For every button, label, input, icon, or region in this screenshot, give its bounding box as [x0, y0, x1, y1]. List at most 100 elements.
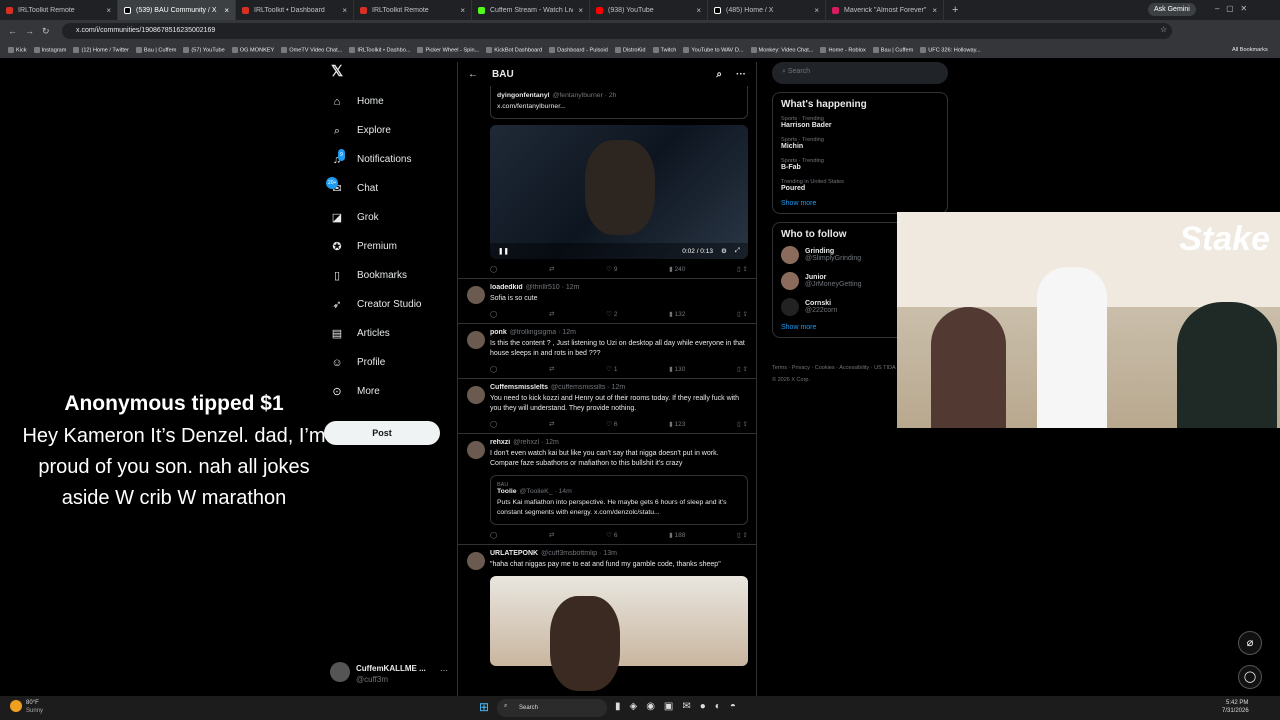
more-icon[interactable]: ··· — [440, 666, 448, 675]
repost-icon[interactable]: ⇄ — [549, 531, 554, 539]
search-icon[interactable]: ⌕ — [716, 69, 722, 80]
sidebar-item-articles[interactable]: ▤ Articles — [325, 319, 455, 348]
trend-item[interactable]: Sports · Trending Michin — [781, 137, 939, 150]
ask-gemini-button[interactable]: Ask Gemini — [1148, 3, 1196, 16]
sidebar-item-profile[interactable]: ☺ Profile — [325, 348, 455, 377]
bookmark-item[interactable]: OG MONKEY — [231, 46, 274, 53]
bookmark-item[interactable]: Monkey: Video Chat... — [750, 46, 813, 53]
bookmark-item[interactable]: OmeTV Video Chat... — [281, 46, 342, 53]
close-icon[interactable]: × — [814, 6, 819, 15]
new-tab-icon[interactable]: + — [952, 4, 958, 16]
reply-icon[interactable]: ◯ — [490, 365, 497, 373]
reply-icon[interactable]: ◯ — [490, 265, 497, 273]
pause-icon[interactable]: ❚❚ — [498, 247, 509, 255]
browser-tab-active[interactable]: (539) BAU Community / X × — [118, 0, 236, 20]
browser-tab[interactable]: (938) YouTube × — [590, 0, 708, 20]
bookmark-item[interactable]: (57) YouTube — [183, 46, 225, 53]
trend-item[interactable]: Trending in United States Poured — [781, 179, 939, 192]
close-icon[interactable]: × — [696, 6, 701, 15]
more-icon[interactable]: ··· — [736, 69, 746, 80]
post-item[interactable]: loadedkid @thrillr510 · 12m Sofia is so c… — [458, 279, 756, 324]
bookmark-item[interactable]: (12) Home / Twitter — [73, 46, 129, 53]
reply-icon[interactable]: ◯ — [490, 420, 497, 428]
post-item[interactable]: rehxzi @rehxzl · 12m I don't even watch k… — [458, 434, 756, 545]
like-button[interactable]: ♡ 1 — [606, 365, 617, 373]
trend-item[interactable]: Sports · Trending Harrison Bader — [781, 116, 939, 129]
repost-icon[interactable]: ⇄ — [549, 310, 554, 318]
sidebar-item-bookmarks[interactable]: ▯ Bookmarks — [325, 261, 455, 290]
bookmark-item[interactable]: Bau | Cuffem — [135, 46, 176, 53]
sidebar-item-notifications[interactable]: ♫ 9 Notifications — [325, 145, 455, 174]
reply-icon[interactable]: ◯ — [490, 310, 497, 318]
post-item[interactable]: URLATEPONK @cuff3msbottmlip · 13m "haha c… — [458, 545, 756, 691]
bookmark-item[interactable]: Twitch — [652, 46, 676, 53]
url-field[interactable]: x.com/i/communities/1908678516235002169 — [62, 23, 1172, 39]
reply-icon[interactable]: ◯ — [490, 531, 497, 539]
bookmark-item[interactable]: Picker Wheel - Spin... — [417, 46, 479, 53]
views-button[interactable]: ▮ 240 — [669, 265, 685, 273]
bookmark-item[interactable]: YouTube to WAV D... — [683, 46, 744, 53]
all-bookmarks-button[interactable]: All Bookmarks — [1232, 47, 1268, 53]
sidebar-item-chat[interactable]: ✉ 20+ Chat — [325, 174, 455, 203]
post-item[interactable]: Cuffemsmisslelts @cuffemsmissilts · 12m Y… — [458, 379, 756, 434]
trend-item[interactable]: Sports · Trending B-Fab — [781, 158, 939, 171]
bookmark-icon[interactable]: ▯ ⇪ — [737, 310, 748, 318]
bookmark-icon[interactable]: ▯ ⇪ — [737, 420, 748, 428]
bookmark-item[interactable]: KickBot Dashboard — [486, 46, 542, 53]
chat-float-icon[interactable]: ◯ — [1238, 665, 1262, 689]
close-icon[interactable]: × — [460, 6, 465, 15]
sidebar-item-grok[interactable]: ◪ Grok — [325, 203, 455, 232]
like-button[interactable]: ♡ 6 — [606, 420, 617, 428]
close-icon[interactable]: × — [578, 6, 583, 15]
browser-tab[interactable]: IRLToolkit Remote × — [0, 0, 118, 20]
show-more-link[interactable]: Show more — [781, 200, 939, 207]
bookmark-item[interactable]: Home - Roblox — [820, 46, 866, 53]
account-switcher[interactable]: CuffemKALLME ... @cuff3m ··· — [330, 662, 450, 686]
repost-icon[interactable]: ⇄ — [549, 365, 554, 373]
bookmark-item[interactable]: Kick — [8, 46, 27, 53]
bookmark-item[interactable]: Bau | Cuffem — [872, 46, 913, 53]
window-controls[interactable]: – ▢ ✕ — [1215, 4, 1247, 13]
quoted-post[interactable]: BAU Toolie @ToolieK_ · 14m Puts Kai mafia… — [490, 475, 748, 525]
settings-icon[interactable]: ⚙ — [721, 247, 727, 255]
bookmark-item[interactable]: UFC 326: Holloway... — [920, 46, 981, 53]
views-button[interactable]: ▮ 130 — [669, 365, 685, 373]
views-button[interactable]: ▮ 188 — [669, 531, 685, 539]
star-icon[interactable]: ☆ — [1160, 25, 1167, 34]
close-icon[interactable]: × — [342, 6, 347, 15]
video-player[interactable]: ❚❚ 0:02 / 0:13 ⚙ ⤢ — [490, 125, 748, 259]
like-button[interactable]: ♡ 6 — [606, 531, 617, 539]
taskbar-search[interactable]: ⌕ Search — [497, 699, 607, 717]
sidebar-item-explore[interactable]: ⌕ Explore — [325, 116, 455, 145]
post-item[interactable]: ponk @trollingsigma · 12m Is this the con… — [458, 324, 756, 379]
post-item[interactable]: dyingonfentanyl @fentanylburner · 2h x.co… — [458, 86, 756, 279]
x-logo-icon[interactable]: 𝕏 — [325, 62, 455, 87]
close-icon[interactable]: × — [224, 6, 229, 15]
windows-start-icon[interactable]: ⊞ — [479, 700, 489, 714]
sidebar-item-creator-studio[interactable]: ➶ Creator Studio — [325, 290, 455, 319]
bookmark-item[interactable]: IRLToolkit • Dashbo... — [349, 46, 410, 53]
reload-icon[interactable]: ↻ — [42, 26, 50, 37]
repost-icon[interactable]: ⇄ — [549, 265, 554, 273]
quoted-post[interactable]: dyingonfentanyl @fentanylburner · 2h x.co… — [490, 86, 748, 119]
close-icon[interactable]: × — [106, 6, 111, 15]
browser-tab[interactable]: IRLToolkit • Dashboard × — [236, 0, 354, 20]
views-button[interactable]: ▮ 123 — [669, 420, 685, 428]
sidebar-item-home[interactable]: ⌂ Home — [325, 87, 455, 116]
fullscreen-icon[interactable]: ⤢ — [735, 247, 740, 255]
bookmark-item[interactable]: Instagram — [33, 46, 66, 53]
browser-tab[interactable]: Maverick "Almost Forever" EP × — [826, 0, 944, 20]
browser-tab[interactable]: IRLToolkit Remote × — [354, 0, 472, 20]
close-icon[interactable]: × — [932, 6, 937, 15]
forward-icon[interactable]: → — [25, 26, 34, 36]
taskbar-app-icons[interactable]: ▮◈◉▣✉●◐◓ — [615, 701, 745, 712]
grok-float-icon[interactable]: ⌀ — [1238, 631, 1262, 655]
repost-icon[interactable]: ⇄ — [549, 420, 554, 428]
bookmark-item[interactable]: Dashboard - Pulsoid — [549, 46, 608, 53]
bookmark-icon[interactable]: ▯ ⇪ — [737, 531, 748, 539]
like-button[interactable]: ♡ 9 — [606, 265, 617, 273]
back-icon[interactable]: ← — [8, 26, 17, 36]
post-image[interactable] — [490, 576, 748, 691]
browser-tab[interactable]: (485) Home / X × — [708, 0, 826, 20]
bookmark-icon[interactable]: ▯ ⇪ — [737, 265, 748, 273]
